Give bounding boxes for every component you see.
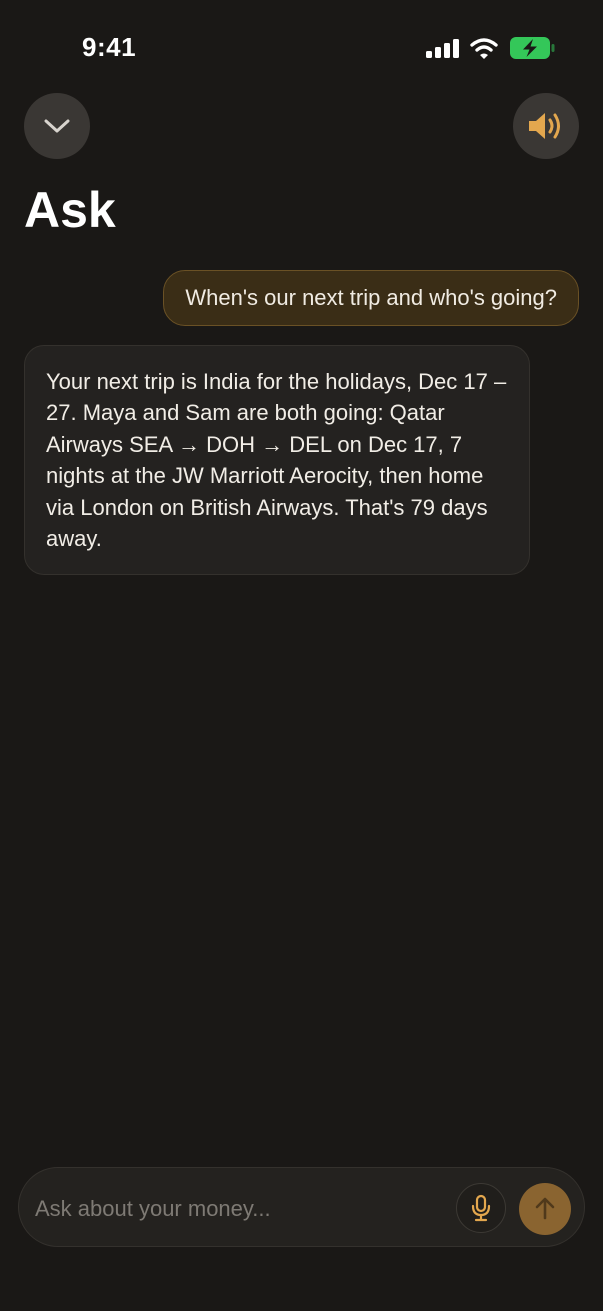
status-time: 9:41	[82, 32, 137, 62]
battery-charging-icon	[510, 37, 555, 59]
collapse-button[interactable]	[24, 93, 90, 159]
microphone-button[interactable]	[456, 1183, 506, 1233]
chevron-down-icon	[44, 119, 70, 133]
send-button[interactable]	[519, 1183, 571, 1235]
speaker-toggle-button[interactable]	[513, 93, 579, 159]
status-bar: 9:41	[0, 0, 603, 96]
cellular-signal-icon	[426, 39, 459, 58]
user-message-bubble: When's our next trip and who's going?	[163, 270, 579, 326]
wifi-icon	[470, 38, 498, 59]
assistant-message-bubble: Your next trip is India for the holidays…	[24, 345, 530, 576]
composer-bar	[18, 1167, 585, 1247]
arrow-up-icon	[535, 1197, 555, 1220]
page-title: Ask	[24, 182, 116, 238]
speaker-volume-icon	[529, 113, 560, 139]
microphone-icon	[471, 1194, 491, 1222]
ask-input[interactable]	[33, 1188, 457, 1230]
